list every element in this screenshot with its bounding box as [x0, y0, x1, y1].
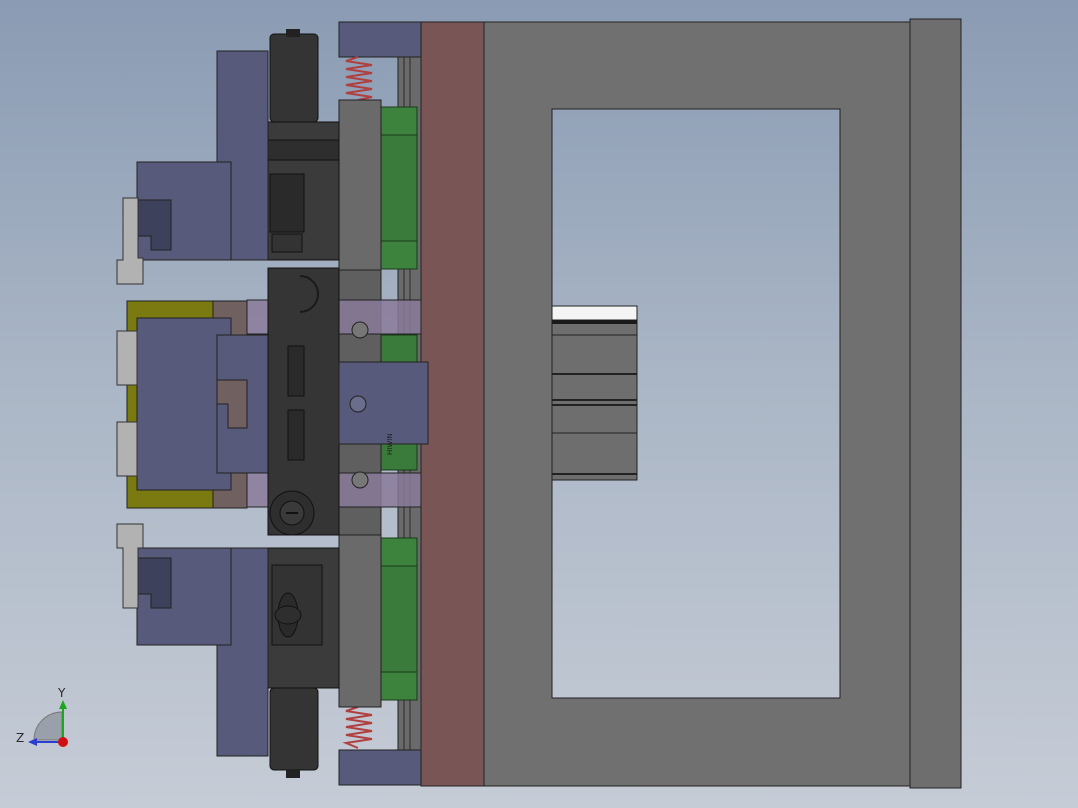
z-axis-arrow-icon	[28, 738, 37, 746]
bottom-end-stop[interactable]	[338, 749, 422, 786]
center-clamp-block[interactable]	[551, 305, 638, 481]
main-frame[interactable]	[483, 21, 911, 787]
guide-block-top[interactable]	[380, 106, 418, 270]
cylinder-top[interactable]	[265, 29, 340, 261]
orientation-triad[interactable]	[28, 700, 68, 747]
y-axis-label: Y	[58, 686, 66, 700]
carriage-plate-top[interactable]	[338, 99, 382, 271]
guide-label: HIWIN	[386, 433, 394, 455]
cylinder-bottom[interactable]	[267, 547, 340, 778]
cad-model[interactable]: HIWIN	[0, 0, 1078, 808]
middle-gripper[interactable]: HIWIN	[116, 267, 429, 536]
y-axis-arrow-icon	[59, 700, 67, 709]
left-arm-bottom[interactable]	[116, 523, 269, 757]
base-plate[interactable]	[420, 21, 485, 787]
bottom-spring	[342, 706, 373, 749]
right-end-plate[interactable]	[909, 18, 962, 789]
carriage-plate-bottom[interactable]	[338, 534, 382, 708]
guide-block-bottom[interactable]	[380, 537, 418, 701]
x-axis-dot-icon	[58, 737, 68, 747]
left-arm-top[interactable]	[116, 50, 269, 285]
top-spring	[345, 56, 373, 101]
top-end-stop[interactable]	[338, 21, 422, 58]
z-axis-label: Z	[16, 731, 25, 745]
cad-viewport[interactable]: HIWIN Y Z	[0, 0, 1078, 808]
